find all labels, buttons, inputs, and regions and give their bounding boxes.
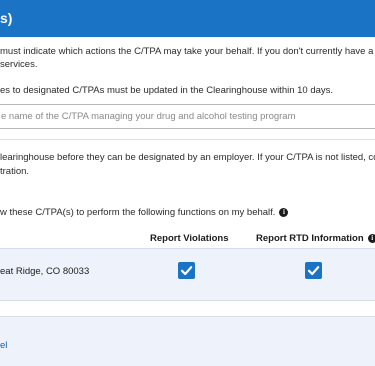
ctpa-address: eat Ridge, CO 80033 (0, 266, 90, 277)
ctpa-search-input[interactable] (0, 104, 375, 129)
intro-text: must indicate which actions the C/TPA ma… (0, 45, 375, 71)
report-violations-checkbox[interactable] (178, 262, 195, 279)
divider (0, 139, 375, 140)
registration-line-1: learinghouse before they can be designat… (0, 152, 375, 163)
section-header: s) (0, 0, 375, 37)
intro-line-1: must indicate which actions the C/TPA ma… (0, 46, 375, 57)
intro-line-2: services. (0, 59, 38, 70)
column-header-report-rtd: Report RTD Information i (256, 233, 375, 244)
checkmark-icon (180, 266, 193, 276)
section-title: s) (0, 10, 13, 26)
update-notice: es to designated C/TPAs must be updated … (0, 85, 334, 96)
checkmark-icon (307, 266, 320, 276)
column-header-report-violations-label: Report Violations (150, 233, 229, 244)
footer-area (0, 316, 375, 366)
permission-prompt: w these C/TPA(s) to perform the followin… (0, 207, 289, 218)
report-rtd-checkbox[interactable] (305, 262, 322, 279)
registration-text: learinghouse before they can be designat… (0, 151, 375, 178)
permission-prompt-text: w these C/TPA(s) to perform the followin… (0, 207, 276, 218)
info-icon[interactable]: i (279, 208, 289, 217)
column-header-report-violations: Report Violations (150, 233, 228, 244)
registration-line-2: tration. (0, 165, 30, 177)
info-icon[interactable]: i (367, 234, 375, 243)
cancel-link[interactable]: el (0, 340, 7, 351)
column-header-report-rtd-label: Report RTD Information (256, 233, 364, 244)
